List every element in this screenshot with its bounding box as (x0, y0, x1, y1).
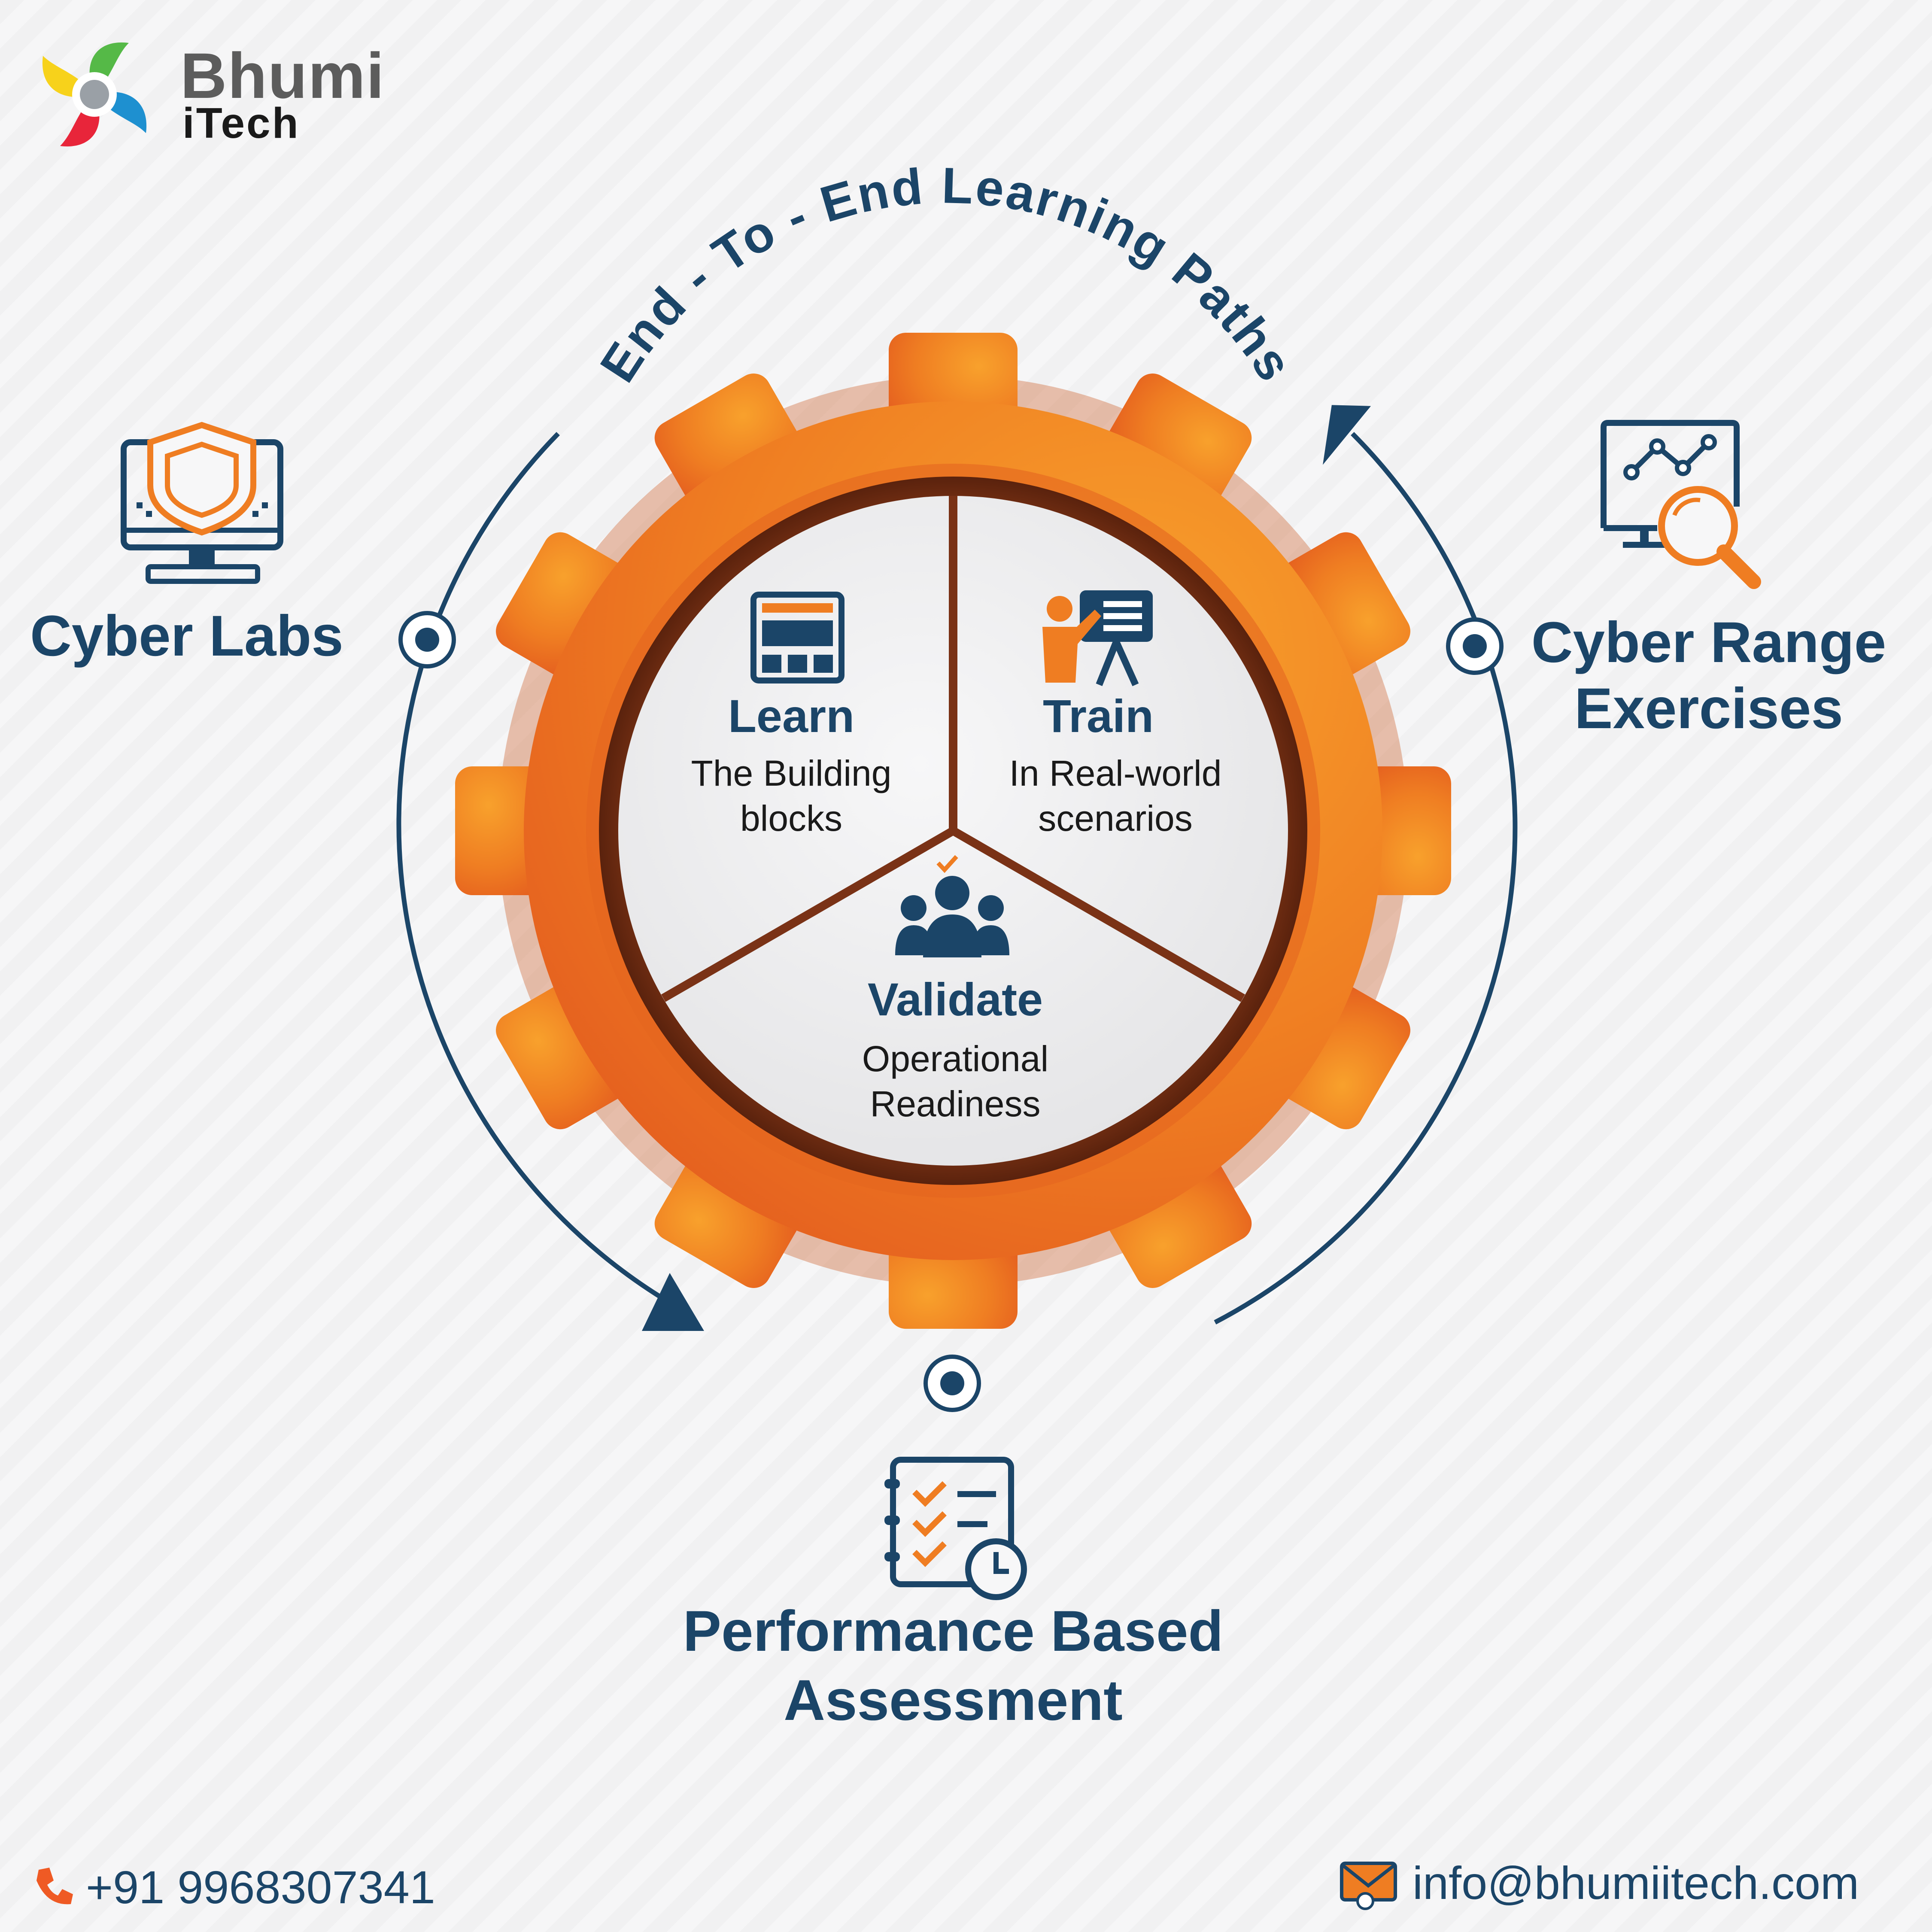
validate-title: Validate (868, 973, 1043, 1025)
cyber-range-bullet-icon (1446, 617, 1504, 675)
train-title: Train (1043, 690, 1154, 742)
browser-window-icon (750, 592, 844, 683)
validate-line1: Operational (862, 1039, 1048, 1079)
validate-line2: Readiness (870, 1084, 1041, 1124)
arrow-up-icon (1323, 405, 1371, 465)
cyber-range-line1: Cyber Range (1531, 611, 1886, 674)
cyber-range-line2: Exercises (1574, 677, 1843, 741)
email-contact[interactable]: info@bhumiitech.com (1340, 1850, 1859, 1915)
assessment-label: Performance Based Assessment (610, 1597, 1297, 1735)
gear-icon (455, 333, 1451, 1329)
cyber-labs-bullet-icon (398, 611, 456, 668)
email-address: info@bhumiitech.com (1413, 1856, 1859, 1909)
assessment-bullet-icon (923, 1355, 981, 1412)
checklist-clock-icon (884, 1457, 1027, 1600)
learn-title: Learn (728, 690, 854, 742)
phone-number: +91 9968307341 (86, 1861, 435, 1913)
cyber-labs-label: Cyber Labs (30, 604, 343, 668)
learn-line1: The Building (691, 753, 892, 793)
assessment-line1: Performance Based (683, 1599, 1224, 1663)
monitor-shield-icon (121, 422, 283, 584)
mail-icon (1340, 1862, 1397, 1910)
cyber-range-label: Cyber Range Exercises (1516, 610, 1902, 742)
train-line2: scenarios (1038, 798, 1193, 838)
learn-line2: blocks (740, 798, 842, 838)
phone-icon (36, 1868, 73, 1905)
analytics-search-icon (1601, 420, 1761, 589)
arrow-down-icon (642, 1273, 704, 1331)
assessment-line2: Assessment (784, 1668, 1123, 1732)
phone-contact[interactable]: +91 9968307341 (30, 1857, 435, 1917)
train-line1: In Real-world (1009, 753, 1222, 793)
